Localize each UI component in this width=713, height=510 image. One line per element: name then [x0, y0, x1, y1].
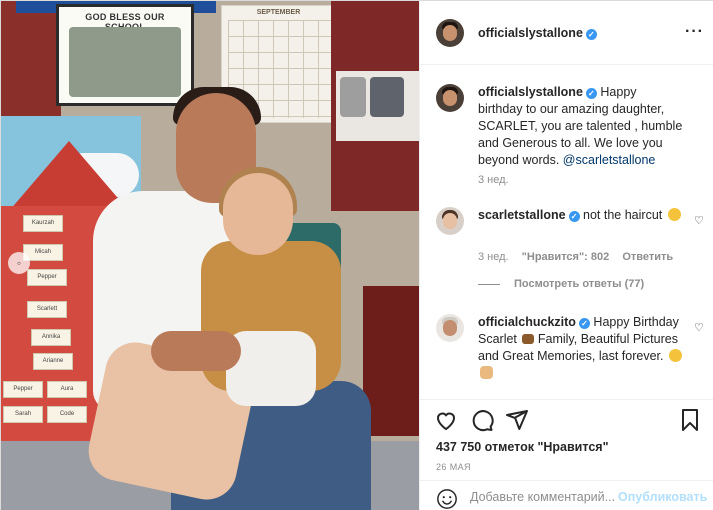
comment-meta: 3 нед.: [478, 174, 519, 186]
photo-cat-card: [336, 71, 419, 141]
save-bookmark-icon[interactable]: [678, 408, 702, 432]
comment-body: scarletstallone ✓ not the haircut: [478, 207, 684, 224]
verified-badge-icon: ✓: [568, 211, 580, 222]
hug-emoji-icon: [668, 349, 682, 362]
crying-emoji-icon: [667, 208, 681, 221]
post-actions: 437 750 отметок "Нравится" 26 МАЯ Опубли…: [420, 399, 713, 510]
more-options-icon[interactable]: ···: [685, 23, 704, 41]
name-tag: Arianne: [33, 353, 73, 370]
verified-badge-icon: ✓: [585, 29, 597, 40]
comment-username[interactable]: officialslystallone: [478, 85, 583, 99]
share-icon[interactable]: [505, 408, 529, 432]
view-replies-button[interactable]: Посмотреть ответы (77): [478, 278, 644, 290]
name-tag: Sarah: [3, 406, 43, 423]
comment-icon[interactable]: [470, 408, 494, 432]
author-avatar[interactable]: [436, 19, 464, 47]
mention-link[interactable]: @scarletstallone: [563, 153, 656, 167]
name-tag: Annika: [31, 329, 71, 346]
name-tag: Code: [47, 406, 87, 423]
comment-body: officialslystallone ✓ Happy birthday to o…: [478, 84, 684, 169]
like-comment-heart-icon[interactable]: ♡: [694, 321, 704, 334]
carousel-nav-icon[interactable]: ◦: [8, 252, 30, 274]
comment-body: officialchuckzito ✓ Happy Birthday Scarle…: [478, 314, 684, 382]
comment-username[interactable]: scarletstallone: [478, 208, 566, 222]
verified-badge-icon: ✓: [578, 318, 590, 329]
comment-text: not the haircut: [583, 208, 663, 222]
add-comment-bar: Опубликовать: [420, 480, 713, 510]
name-tag: Aura: [47, 381, 87, 398]
comment-username[interactable]: officialchuckzito: [478, 315, 576, 329]
post-side-panel: officialslystallone ✓ ··· officialslystal…: [419, 1, 713, 510]
post-date[interactable]: 26 МАЯ: [436, 462, 471, 472]
reply-button[interactable]: Ответить: [622, 251, 673, 263]
photo-poster: GOD BLESS OUR SCHOOL: [56, 4, 194, 106]
like-heart-icon[interactable]: [434, 408, 458, 432]
verified-badge-icon: ✓: [585, 88, 597, 99]
comment-input[interactable]: [470, 488, 620, 506]
comment-meta: 3 нед. "Нравится": 802 Ответить: [478, 251, 683, 263]
commenter-avatar[interactable]: [436, 314, 464, 342]
instagram-post: GOD BLESS OUR SCHOOL SEPTEMBER Kaurzah M…: [0, 0, 713, 510]
commenter-avatar[interactable]: [436, 207, 464, 235]
pray-emoji-icon: [480, 366, 493, 379]
author-username[interactable]: officialslystallone ✓: [478, 26, 597, 40]
comment-likes[interactable]: "Нравится": 802: [522, 251, 610, 263]
post-photo[interactable]: GOD BLESS OUR SCHOOL SEPTEMBER Kaurzah M…: [1, 1, 419, 510]
post-header: officialslystallone ✓ ···: [420, 1, 713, 65]
likes-count[interactable]: 437 750 отметок "Нравится": [436, 440, 609, 454]
cake-emoji-icon: [522, 334, 535, 344]
emoji-picker-icon[interactable]: [436, 488, 458, 510]
name-tag: Scarlett: [27, 301, 67, 318]
name-tag: Pepper: [3, 381, 43, 398]
comment-time[interactable]: 3 нед.: [478, 251, 509, 263]
author-avatar[interactable]: [436, 84, 464, 112]
name-tag: Kaurzah: [23, 215, 63, 232]
like-comment-heart-icon[interactable]: ♡: [694, 214, 704, 227]
name-tag: Pepper: [27, 269, 67, 286]
comments-list: officialslystallone ✓ Happy birthday to o…: [420, 66, 713, 399]
calendar-month: SEPTEMBER: [256, 9, 301, 16]
publish-button[interactable]: Опубликовать: [618, 490, 707, 504]
comment-time[interactable]: 3 нед.: [478, 174, 509, 186]
